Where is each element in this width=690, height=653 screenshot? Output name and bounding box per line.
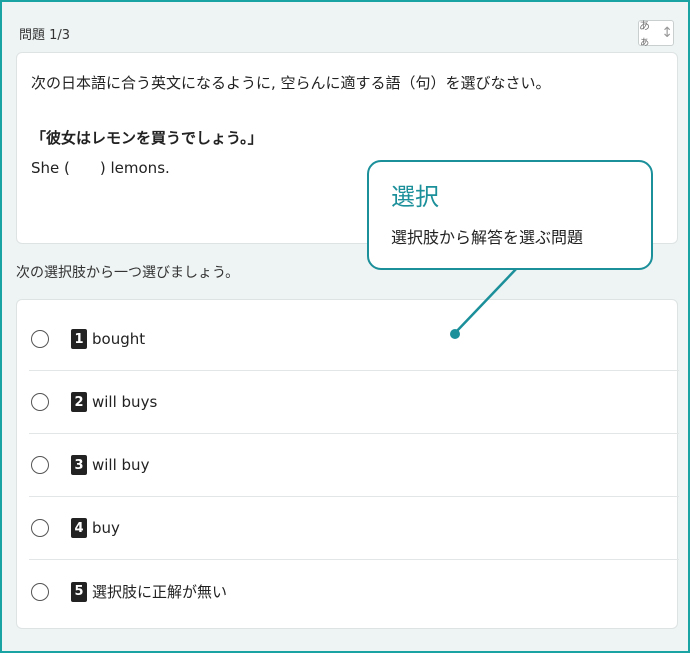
choice-text: 選択肢に正解が無い xyxy=(92,583,228,601)
radio-button[interactable] xyxy=(31,456,49,474)
radio-button[interactable] xyxy=(31,519,49,537)
radio-button[interactable] xyxy=(31,330,49,348)
choice-prompt: 次の選択肢から一つ選びましょう。 xyxy=(16,265,240,281)
app-frame: 問題 1/3 あぁ ↕ 次の日本語に合う英文になるように, 空らんに適する語（句… xyxy=(0,0,690,653)
font-toggle-label: あぁ xyxy=(639,19,650,48)
question-progress: 問題 1/3 xyxy=(19,28,71,43)
resize-vertical-icon: ↕ xyxy=(661,25,673,41)
choice-number-badge: 1 xyxy=(71,329,87,349)
choice-number-badge: 2 xyxy=(71,392,87,412)
annotation-callout: 選択 選択肢から解答を選ぶ問題 xyxy=(367,160,653,270)
choice-item-3[interactable]: 3 will buy xyxy=(29,434,679,497)
choice-number-badge: 4 xyxy=(71,518,87,538)
radio-button[interactable] xyxy=(31,393,49,411)
choice-item-5[interactable]: 5 選択肢に正解が無い xyxy=(29,560,679,623)
choice-item-1[interactable]: 1 bought xyxy=(29,308,679,371)
question-instruction: 次の日本語に合う英文になるように, 空らんに適する語（句）を選びなさい。 xyxy=(31,74,551,92)
choice-text: will buys xyxy=(92,393,158,411)
font-size-toggle-button[interactable]: あぁ ↕ xyxy=(638,19,674,48)
radio-button[interactable] xyxy=(31,582,49,601)
choice-text: bought xyxy=(92,330,146,348)
choice-item-2[interactable]: 2 will buys xyxy=(29,371,679,434)
choice-item-4[interactable]: 4 buy xyxy=(29,497,679,560)
choice-number-badge: 5 xyxy=(71,581,87,602)
callout-description: 選択肢から解答を選ぶ問題 xyxy=(391,228,584,247)
choice-text: buy xyxy=(92,519,120,537)
choice-number-badge: 3 xyxy=(71,455,87,475)
question-japanese-sentence: 「彼女はレモンを買うでしょう。」 xyxy=(31,129,263,147)
choice-list: 1 bought 2 will buys 3 will buy 4 buy 5 … xyxy=(16,299,679,629)
callout-title: 選択 xyxy=(391,183,439,211)
choice-text: will buy xyxy=(92,456,150,474)
